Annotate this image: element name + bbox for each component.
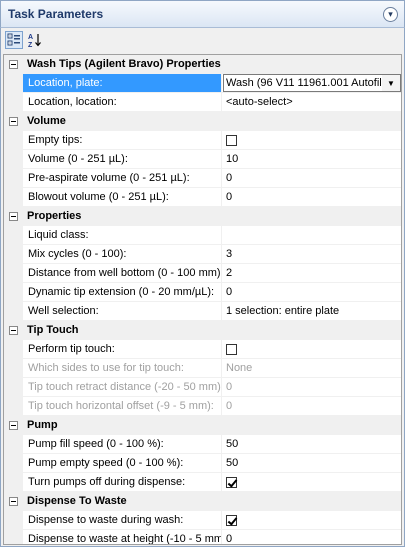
row-dispense-waste-wash[interactable]: Dispense to waste during wash: (4, 511, 401, 530)
property-value[interactable]: 3 (223, 245, 401, 263)
category-dispense-waste[interactable]: Dispense To Waste (4, 492, 401, 511)
category-pump[interactable]: Pump (4, 416, 401, 435)
categorized-view-icon[interactable] (5, 31, 23, 49)
property-value[interactable] (223, 226, 401, 244)
property-name: Empty tips: (23, 131, 222, 149)
property-value[interactable]: 50 (223, 435, 401, 453)
property-value[interactable]: 0 (223, 283, 401, 301)
property-name: Blowout volume (0 - 251 µL): (23, 188, 222, 206)
row-pump-empty[interactable]: Pump empty speed (0 - 100 %): 50 (4, 454, 401, 473)
property-grid-frame: A Z Wash Tips (Agilent Bravo) Properties… (0, 28, 405, 547)
property-name: Pre-aspirate volume (0 - 251 µL): (23, 169, 222, 187)
svg-text:Z: Z (28, 42, 33, 48)
property-value[interactable]: 0 (223, 530, 401, 544)
category-volume[interactable]: Volume (4, 112, 401, 131)
category-label: Wash Tips (Agilent Bravo) Properties (27, 58, 221, 70)
category-label: Pump (27, 419, 58, 431)
property-name: Which sides to use for tip touch: (23, 359, 222, 377)
property-name: Dynamic tip extension (0 - 20 mm/µL): (23, 283, 222, 301)
row-pumps-off[interactable]: Turn pumps off during dispense: (4, 473, 401, 492)
row-mix-cycles[interactable]: Mix cycles (0 - 100): 3 (4, 245, 401, 264)
panel-title: Task Parameters (8, 7, 104, 21)
property-value[interactable]: 1 selection: entire plate (223, 302, 401, 320)
property-value[interactable]: 10 (223, 150, 401, 168)
property-value[interactable]: 0 (223, 188, 401, 206)
property-value[interactable]: 0 (223, 169, 401, 187)
category-label: Volume (27, 115, 66, 127)
row-dynamic-tip[interactable]: Dynamic tip extension (0 - 20 mm/µL): 0 (4, 283, 401, 302)
category-label: Dispense To Waste (27, 495, 127, 507)
property-name: Pump fill speed (0 - 100 %): (23, 435, 222, 453)
row-perform-tip-touch[interactable]: Perform tip touch: (4, 340, 401, 359)
empty-tips-checkbox[interactable] (226, 135, 237, 146)
collapse-minus-icon[interactable] (9, 421, 18, 430)
category-label: Properties (27, 210, 82, 222)
row-liquid-class[interactable]: Liquid class: (4, 226, 401, 245)
property-name: Location, plate: (23, 74, 222, 92)
property-name: Tip touch retract distance (-20 - 50 mm)… (23, 378, 222, 396)
collapse-chevron-icon[interactable]: ▾ (383, 7, 398, 22)
row-retract-distance: Tip touch retract distance (-20 - 50 mm)… (4, 378, 401, 397)
dropdown-arrow-icon[interactable]: ▼ (382, 74, 401, 92)
row-empty-tips[interactable]: Empty tips: (4, 131, 401, 150)
row-sides-tip-touch: Which sides to use for tip touch: None (4, 359, 401, 378)
row-well-selection[interactable]: Well selection: 1 selection: entire plat… (4, 302, 401, 321)
row-pump-fill[interactable]: Pump fill speed (0 - 100 %): 50 (4, 435, 401, 454)
row-volume[interactable]: Volume (0 - 251 µL): 10 (4, 150, 401, 169)
collapse-minus-icon[interactable] (9, 326, 18, 335)
pumps-off-checkbox[interactable] (226, 477, 237, 488)
location-plate-select[interactable]: Wash (96 V11 11961.001 Autofilled) (223, 74, 383, 92)
dispense-waste-wash-checkbox[interactable] (226, 515, 237, 526)
svg-text:A: A (28, 34, 33, 41)
collapse-minus-icon[interactable] (9, 60, 18, 69)
property-name: Tip touch horizontal offset (-9 - 5 mm): (23, 397, 222, 415)
row-location-location[interactable]: Location, location: <auto-select> (4, 93, 401, 112)
property-name: Dispense to waste during wash: (23, 511, 222, 529)
category-properties[interactable]: Properties (4, 207, 401, 226)
category-tip-touch[interactable]: Tip Touch (4, 321, 401, 340)
property-name: Liquid class: (23, 226, 222, 244)
property-name: Turn pumps off during dispense: (23, 473, 222, 491)
row-distance-bottom[interactable]: Distance from well bottom (0 - 100 mm): … (4, 264, 401, 283)
category-wash-tips[interactable]: Wash Tips (Agilent Bravo) Properties (4, 55, 401, 74)
row-blowout[interactable]: Blowout volume (0 - 251 µL): 0 (4, 188, 401, 207)
property-value[interactable]: 50 (223, 454, 401, 472)
property-value: None (226, 362, 253, 374)
row-dispense-waste-height[interactable]: Dispense to waste at height (-10 - 5 mm)… (4, 530, 401, 544)
alphabetical-sort-icon[interactable]: A Z (26, 31, 44, 49)
collapse-minus-icon[interactable] (9, 497, 18, 506)
property-name: Mix cycles (0 - 100): (23, 245, 222, 263)
property-value: 0 (226, 400, 233, 412)
property-name: Well selection: (23, 302, 222, 320)
property-name: Volume (0 - 251 µL): (23, 150, 222, 168)
property-grid: Wash Tips (Agilent Bravo) Properties Loc… (3, 54, 402, 545)
collapse-minus-icon[interactable] (9, 117, 18, 126)
property-value: 0 (226, 381, 233, 393)
property-name: Dispense to waste at height (-10 - 5 mm) (23, 530, 222, 544)
perform-tip-touch-checkbox[interactable] (226, 344, 237, 355)
property-value[interactable]: <auto-select> (223, 93, 401, 111)
row-location-plate[interactable]: Location, plate: Wash (96 V11 11961.001 … (4, 74, 401, 93)
row-horizontal-offset: Tip touch horizontal offset (-9 - 5 mm):… (4, 397, 401, 416)
category-label: Tip Touch (27, 324, 79, 336)
property-name: Location, location: (23, 93, 222, 111)
property-name: Pump empty speed (0 - 100 %): (23, 454, 222, 472)
property-name: Perform tip touch: (23, 340, 222, 358)
property-value[interactable]: 2 (223, 264, 401, 282)
property-name: Distance from well bottom (0 - 100 mm): (23, 264, 222, 282)
collapse-minus-icon[interactable] (9, 212, 18, 221)
panel-titlebar: Task Parameters ▾ (0, 0, 405, 28)
row-pre-aspirate[interactable]: Pre-aspirate volume (0 - 251 µL): 0 (4, 169, 401, 188)
property-grid-toolbar: A Z (1, 28, 404, 52)
